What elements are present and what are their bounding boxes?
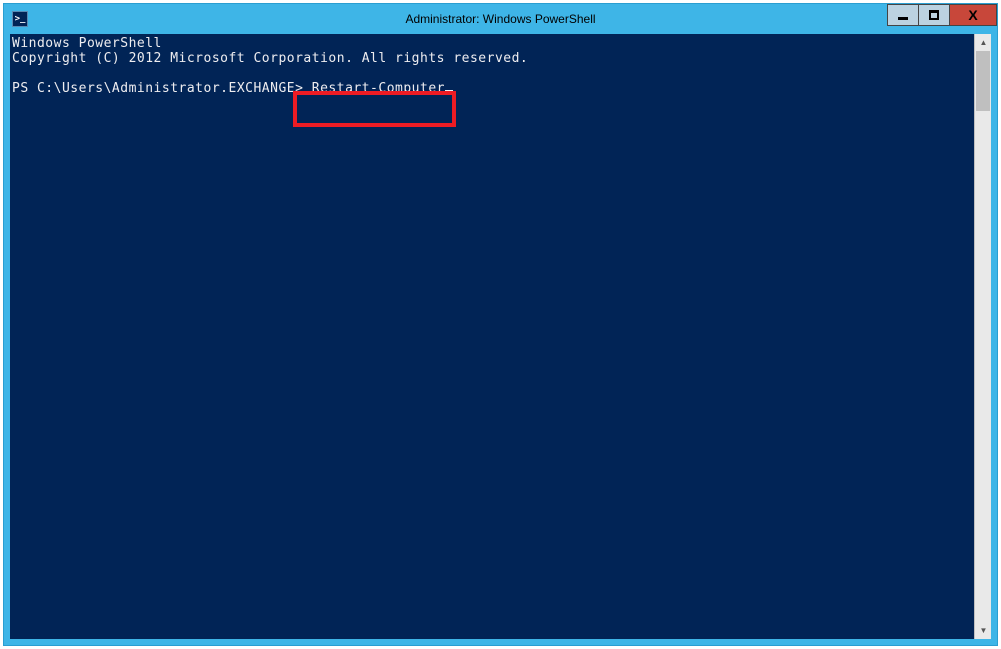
powershell-icon: >_ (12, 11, 28, 27)
client-area: Windows PowerShellCopyright (C) 2012 Mic… (10, 34, 991, 639)
cursor (445, 90, 453, 93)
minimize-icon (898, 17, 908, 20)
window-title: Administrator: Windows PowerShell (4, 12, 997, 26)
console-output[interactable]: Windows PowerShellCopyright (C) 2012 Mic… (10, 34, 974, 639)
close-icon: X (968, 7, 977, 23)
window-controls: X (888, 4, 997, 26)
scroll-thumb[interactable] (976, 51, 990, 111)
highlight-annotation (293, 91, 456, 127)
powershell-icon-glyph: >_ (15, 14, 26, 24)
titlebar[interactable]: >_ Administrator: Windows PowerShell X (4, 4, 997, 34)
scroll-up-button[interactable]: ▲ (975, 34, 992, 51)
command-text: Restart-Computer (312, 81, 445, 96)
maximize-icon (929, 10, 939, 20)
vertical-scrollbar[interactable]: ▲ ▼ (974, 34, 991, 639)
powershell-window: >_ Administrator: Windows PowerShell X W… (3, 3, 998, 646)
console-line: Windows PowerShell (12, 36, 974, 51)
close-button[interactable]: X (949, 4, 997, 26)
minimize-button[interactable] (887, 4, 919, 26)
prompt-text: PS C:\Users\Administrator.EXCHANGE> (12, 81, 312, 96)
scroll-down-button[interactable]: ▼ (975, 622, 992, 639)
console-line: Copyright (C) 2012 Microsoft Corporation… (12, 51, 974, 66)
maximize-button[interactable] (918, 4, 950, 26)
console-prompt-line: PS C:\Users\Administrator.EXCHANGE> Rest… (12, 81, 974, 96)
console-blank-line (12, 66, 974, 81)
